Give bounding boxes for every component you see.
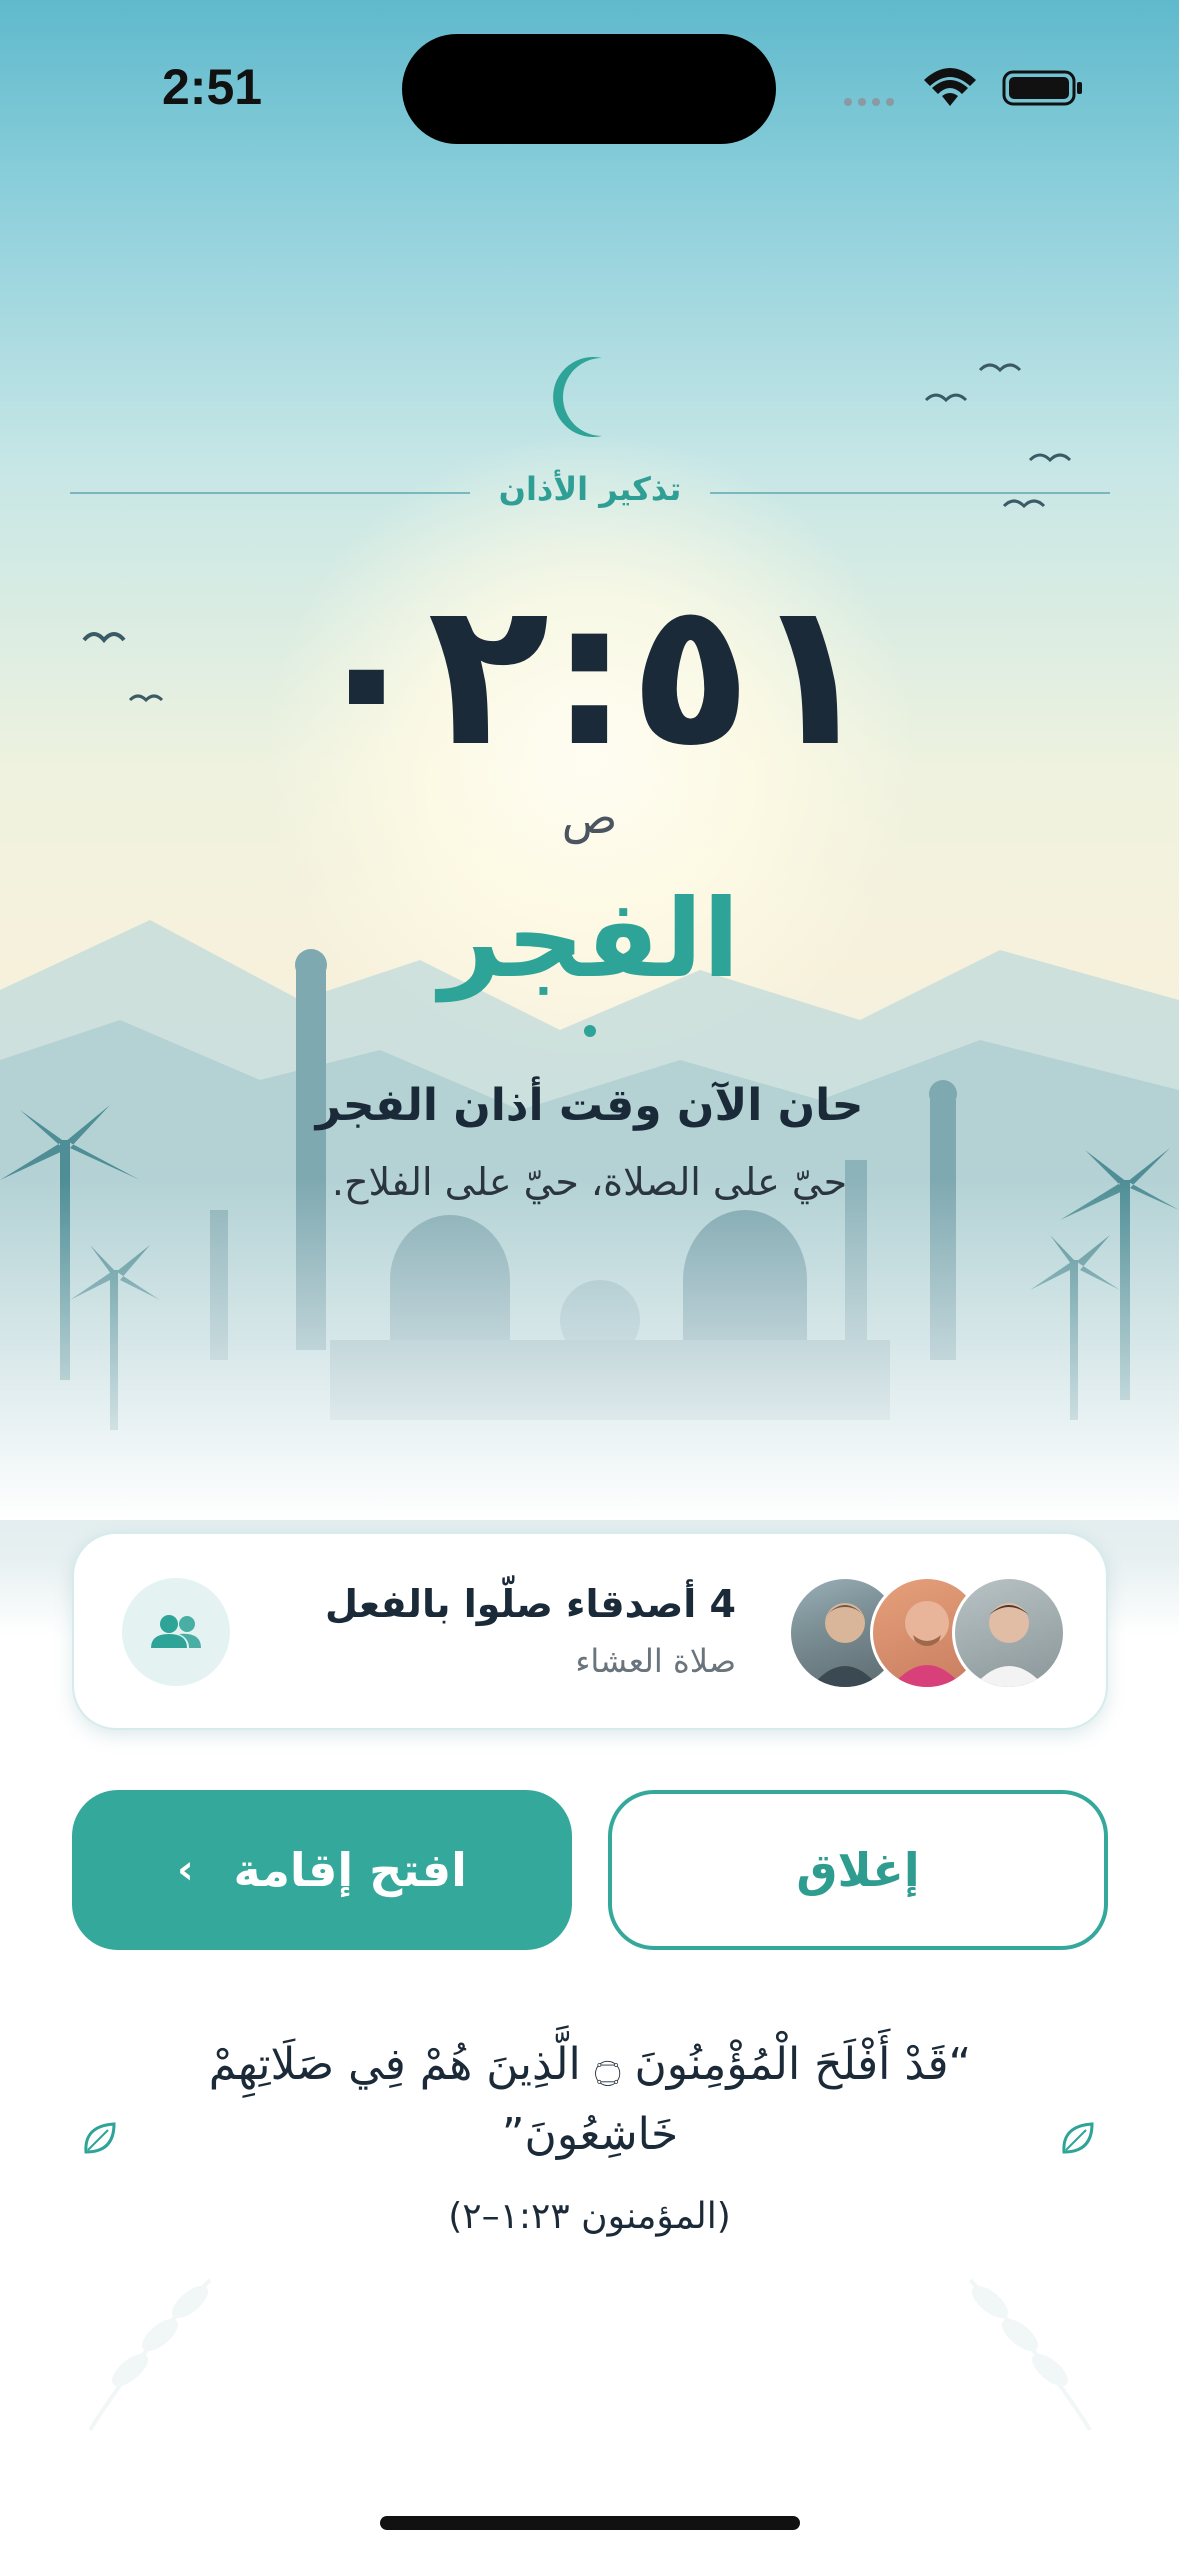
friends-avatars <box>788 1576 1066 1690</box>
branch-decoration-left <box>88 2278 212 2432</box>
prayer-dot <box>584 1025 596 1037</box>
reminder-label-row: تذكير الأذان <box>70 470 1110 516</box>
home-indicator[interactable] <box>380 2516 800 2530</box>
prayer-name: الفجر <box>439 877 740 1002</box>
quran-verse: “قَدْ أَفْلَحَ الْمُؤْمِنُونَ ۝ الَّذِين… <box>208 2039 972 2160</box>
adhan-subtext: حيّ على الصلاة، حيّ على الفلاح. <box>331 1160 848 1204</box>
reminder-label: تذكير الأذان <box>498 470 682 508</box>
people-icon <box>122 1578 230 1686</box>
signal-icon <box>844 98 894 106</box>
battery-icon <box>1002 70 1082 106</box>
open-iqama-label: افتح إقامة <box>233 1843 467 1897</box>
close-label: إغلاق <box>796 1843 920 1897</box>
dynamic-island <box>402 34 776 144</box>
wifi-icon <box>924 68 976 106</box>
crescent-moon-icon <box>553 357 602 437</box>
leaf-icon <box>84 2122 116 2154</box>
leaf-icon <box>1062 2122 1094 2154</box>
avatar <box>952 1576 1066 1690</box>
adhan-headline: حان الآن وقت أذان الفجر <box>315 1080 864 1131</box>
friends-prayed-card[interactable]: 4 أصدقاء صلّوا بالفعل صلاة العشاء <box>72 1532 1108 1730</box>
time-period: ص <box>561 790 618 844</box>
branch-decoration-right <box>968 2278 1092 2432</box>
close-button[interactable]: إغلاق <box>608 1790 1108 1950</box>
open-iqama-button[interactable]: ‹ افتح إقامة <box>72 1790 572 1950</box>
verse-reference: (المؤمنون ١:٢٣–٢) <box>448 2196 731 2237</box>
friends-subtitle: صلاة العشاء <box>575 1642 736 1680</box>
adhan-time: ٠٢:٥١ <box>305 558 874 791</box>
status-icons <box>844 68 1082 106</box>
status-time: 2:51 <box>162 59 263 115</box>
adhan-reminder-screen: 2:51 تذكير الأذان ٠٢:٥١ ص الفجر حان الآن… <box>0 0 1179 2556</box>
status-bar: 2:51 <box>0 0 1179 170</box>
chevron-left-icon: ‹ <box>177 1847 194 1893</box>
friends-title: 4 أصدقاء صلّوا بالفعل <box>324 1582 736 1626</box>
